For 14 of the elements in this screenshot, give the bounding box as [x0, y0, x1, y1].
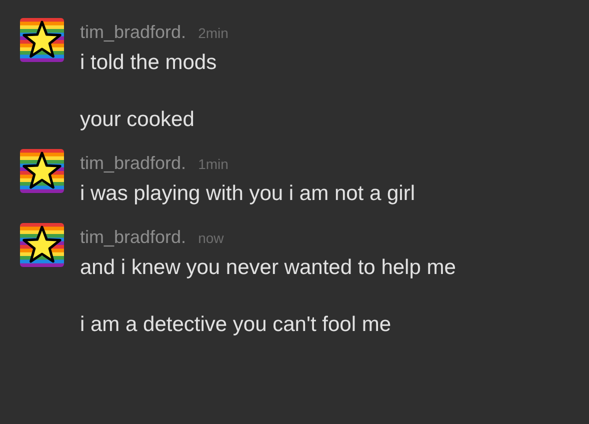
message-text: i am a detective you can't fool me: [80, 312, 392, 338]
star-avatar-icon: [20, 223, 64, 267]
message-text: your cooked: [80, 107, 196, 133]
timestamp: 1min: [198, 156, 228, 172]
timestamp: now: [198, 230, 224, 246]
username: tim_bradford.: [80, 153, 186, 174]
message-text: i was playing with you i am not a girl: [80, 181, 415, 207]
username: tim_bradford.: [80, 22, 186, 43]
timestamp: 2min: [198, 25, 228, 41]
star-avatar-icon: [20, 149, 64, 193]
star-avatar-icon: [20, 18, 64, 62]
message-text: i told the mods: [80, 50, 218, 76]
username: tim_bradford.: [80, 227, 186, 248]
message-text: and i knew you never wanted to help me: [80, 255, 456, 281]
